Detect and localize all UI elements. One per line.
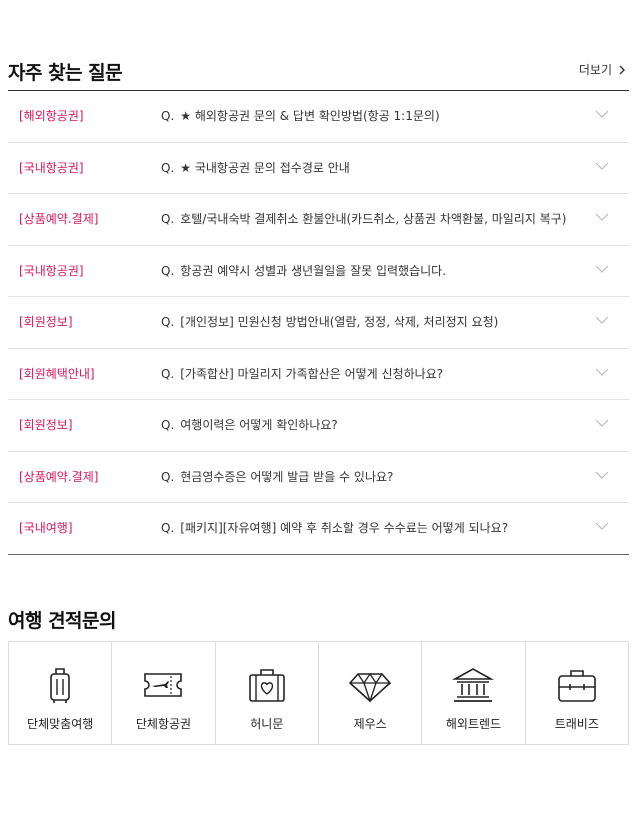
faq-question-text: [패키지][자유여행] 예약 후 취소할 경우 수수료는 어떻게 되나요? (180, 521, 509, 535)
faq-question-text: [개인정보] 민원신청 방법안내(열람, 정정, 삭제, 처리정지 요청) (180, 315, 499, 329)
quote-section: 여행 견적문의 단체맞춤여행 단체항공권 허니문 제우스 해외트렌드 트래비즈 (8, 606, 629, 745)
q-prefix: Q. (161, 469, 175, 484)
q-prefix: Q. (161, 418, 175, 432)
quote-title: 여행 견적문의 (8, 610, 117, 632)
q-prefix: Q. (161, 366, 175, 381)
quote-label: 제우스 (353, 717, 387, 731)
faq-question-text: [가족합산] 마일리지 가족합산은 어떻게 신청하나요? (180, 366, 444, 381)
faq-question: Q. 현금영수증은 어떻게 발급 받을 수 있나요? (161, 452, 393, 503)
more-link[interactable]: 더보기 (579, 61, 627, 78)
faq-question-text: ★ 해외항공권 문의 & 답변 확인방법(항공 1:1문의) (180, 109, 440, 123)
museum-icon (452, 668, 495, 702)
faq-row[interactable]: [국내항공권] Q. 항공권 예약시 성별과 생년월일을 잘못 입력했습니다. (8, 246, 629, 297)
chevron-down-icon[interactable] (595, 521, 609, 531)
faq-category: [회원정보] (19, 418, 73, 432)
faq-row[interactable]: [회원정보] Q. 여행이력은 어떻게 확인하나요? (8, 400, 629, 452)
quote-label: 단체항공권 (135, 717, 192, 731)
faq-category: [상품예약.결제] (19, 469, 99, 484)
chevron-down-icon[interactable] (595, 315, 609, 325)
q-prefix: Q. (161, 160, 175, 175)
quote-label: 허니문 (250, 717, 284, 731)
faq-category: [회원정보] (19, 315, 73, 329)
faq-category: [국내항공권] (19, 160, 84, 175)
diamond-icon (349, 672, 392, 704)
chevron-right-icon (619, 65, 625, 74)
chevron-down-icon[interactable] (595, 264, 609, 274)
faq-question-text: 항공권 예약시 성별과 생년월일을 잘못 입력했습니다. (180, 263, 447, 278)
flight-ticket-icon (144, 673, 183, 697)
quote-item[interactable]: 제우스 (319, 642, 423, 744)
q-prefix: Q. (161, 263, 175, 278)
q-prefix: Q. (161, 521, 175, 535)
q-prefix: Q. (161, 212, 175, 226)
quote-label: 단체맞춤여행 (27, 717, 94, 731)
quote-item[interactable]: 트래비즈 (526, 642, 628, 744)
faq-question-text: 호텔/국내숙박 결제취소 환불안내(카드취소, 상품권 차액환불, 마일리지 복… (180, 212, 567, 226)
faq-section: 자주 찾는 질문 더보기 [해외항공권] Q. ★ 해외항공권 문의 & 답변 확인… (8, 58, 629, 555)
faq-question: Q. [패키지][자유여행] 예약 후 취소할 경우 수수료는 어떻게 되나요? (161, 503, 508, 554)
luggage-icon (50, 668, 70, 703)
more-label: 더보기 (578, 63, 612, 77)
faq-question: Q. [가족합산] 마일리지 가족합산은 어떻게 신청하나요? (161, 349, 443, 400)
faq-question: Q. 여행이력은 어떻게 확인하나요? (161, 400, 338, 451)
faq-question: Q. ★ 국내항공권 문의 접수경로 안내 (161, 143, 350, 194)
chevron-down-icon[interactable] (595, 418, 609, 428)
quote-item[interactable]: 허니문 (216, 642, 319, 744)
faq-list: [해외항공권] Q. ★ 해외항공권 문의 & 답변 확인방법(항공 1:1문의)[… (8, 91, 629, 555)
faq-question-text: 여행이력은 어떻게 확인하나요? (180, 418, 338, 432)
chevron-down-icon[interactable] (595, 470, 609, 480)
quote-item[interactable]: 단체항공권 (112, 642, 216, 744)
faq-row[interactable]: [국내항공권] Q. ★ 국내항공권 문의 접수경로 안내 (8, 143, 629, 194)
faq-category: [해외항공권] (19, 109, 84, 123)
faq-title: 자주 찾는 질문 (8, 62, 123, 84)
quote-label: 해외트렌드 (445, 717, 502, 731)
heart-suitcase-icon (249, 669, 285, 702)
faq-row[interactable]: [해외항공권] Q. ★ 해외항공권 문의 & 답변 확인방법(항공 1:1문의) (8, 91, 629, 143)
faq-question: Q. 호텔/국내숙박 결제취소 환불안내(카드취소, 상품권 차액환불, 마일리지… (161, 194, 566, 245)
quote-item[interactable]: 해외트렌드 (422, 642, 526, 744)
q-prefix: Q. (161, 109, 175, 123)
q-prefix: Q. (161, 315, 175, 329)
quote-grid: 단체맞춤여행 단체항공권 허니문 제우스 해외트렌드 트래비즈 (8, 641, 629, 745)
faq-row[interactable]: [상품예약.결제] Q. 현금영수증은 어떻게 발급 받을 수 있나요? (8, 452, 629, 503)
faq-question-text: 현금영수증은 어떻게 발급 받을 수 있나요? (180, 469, 394, 484)
chevron-down-icon[interactable] (595, 161, 609, 171)
faq-category: [회원혜택안내] (19, 366, 95, 381)
quote-label: 트래비즈 (554, 717, 599, 731)
faq-question: Q. ★ 해외항공권 문의 & 답변 확인방법(항공 1:1문의) (161, 91, 440, 142)
faq-question-text: ★ 국내항공권 문의 접수경로 안내 (180, 160, 350, 175)
faq-row[interactable]: [회원정보] Q. [개인정보] 민원신청 방법안내(열람, 정정, 삭제, 처리정… (8, 297, 629, 349)
chevron-down-icon[interactable] (595, 212, 609, 222)
faq-row[interactable]: [회원혜택안내] Q. [가족합산] 마일리지 가족합산은 어떻게 신청하나요? (8, 349, 629, 400)
faq-category: [상품예약.결제] (19, 212, 99, 226)
faq-category: [국내여행] (19, 521, 73, 535)
faq-category: [국내항공권] (19, 263, 84, 278)
faq-question: Q. 항공권 예약시 성별과 생년월일을 잘못 입력했습니다. (161, 246, 446, 297)
chevron-down-icon[interactable] (595, 367, 609, 377)
faq-row[interactable]: [상품예약.결제] Q. 호텔/국내숙박 결제취소 환불안내(카드취소, 상품권 차… (8, 194, 629, 246)
briefcase-icon (557, 670, 596, 702)
faq-question: Q. [개인정보] 민원신청 방법안내(열람, 정정, 삭제, 처리정지 요청) (161, 297, 498, 348)
faq-row[interactable]: [국내여행] Q. [패키지][자유여행] 예약 후 취소할 경우 수수료는 어떻게… (8, 503, 629, 555)
faq-header: 자주 찾는 질문 더보기 (8, 58, 629, 91)
chevron-down-icon[interactable] (595, 109, 609, 119)
quote-item[interactable]: 단체맞춤여행 (9, 642, 113, 744)
